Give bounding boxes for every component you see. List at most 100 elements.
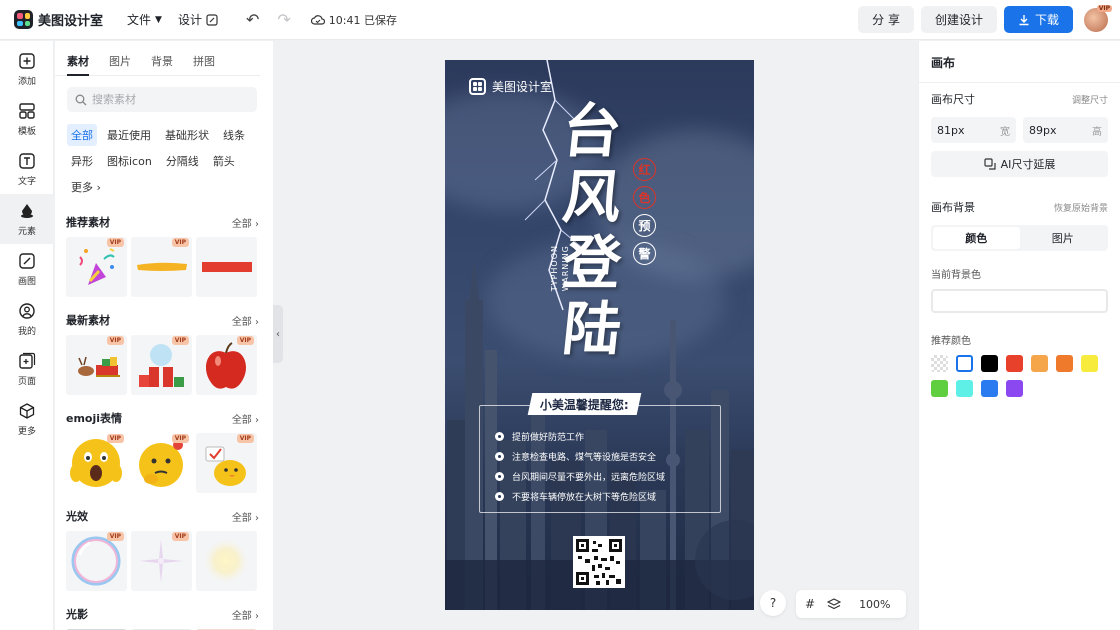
section-header: 推荐素材 全部 › — [55, 213, 273, 231]
category-chips: 全部 最近使用 基础形状 线条 异形 图标icon 分隔线 箭头 更多 › — [55, 112, 273, 198]
help-button[interactable]: ? — [760, 590, 786, 616]
red-bar-shape — [202, 262, 252, 272]
section-light-effects: 光效 全部 › VIP VIP — [55, 507, 273, 591]
bg-type-toggle: 颜色 图片 — [931, 225, 1108, 251]
panel-tabs: 素材 图片 背景 拼图 — [55, 41, 260, 76]
chip-recent[interactable]: 最近使用 — [103, 124, 155, 146]
see-all-link[interactable]: 全部 › — [232, 411, 259, 426]
recommended-colors-label: 推荐颜色 — [931, 335, 971, 347]
panel-title: 画布 — [919, 41, 1120, 83]
vip-badge: VIP — [236, 434, 254, 443]
material-red-bar[interactable] — [196, 237, 257, 297]
redo-icon[interactable]: ↷ — [277, 10, 290, 29]
material-snow-globe-gift[interactable]: VIP — [131, 335, 192, 395]
vip-badge: VIP — [106, 336, 124, 345]
color-swatch[interactable] — [1056, 355, 1073, 372]
collapse-panel-handle[interactable]: ‹ — [273, 305, 283, 363]
color-swatch[interactable] — [931, 380, 948, 397]
width-input[interactable] — [937, 123, 987, 137]
avatar-vip-badge: VIP — [1096, 4, 1112, 12]
seal-char: 警 — [633, 242, 656, 265]
material-bubble-ring[interactable]: VIP — [66, 531, 127, 591]
tab-color[interactable]: 颜色 — [933, 227, 1020, 249]
color-swatch[interactable] — [931, 355, 948, 372]
color-swatch[interactable] — [956, 355, 973, 372]
see-all-link[interactable]: 全部 › — [232, 607, 259, 622]
color-swatch[interactable] — [1081, 355, 1098, 372]
create-design-button[interactable]: 创建设计 — [920, 6, 997, 33]
app-logo[interactable]: 美图设计室 — [14, 10, 103, 29]
design-canvas[interactable]: 美图设计室 台 风 登 陆 TYPHOON WARNING 红 色 预 警 小美… — [445, 60, 754, 610]
chip-arrows[interactable]: 箭头 — [209, 150, 239, 172]
color-swatch[interactable] — [1006, 355, 1023, 372]
left-rail: 添加 模板 文字 元素 画图 我的 页面 更多 — [0, 41, 54, 630]
color-swatch[interactable] — [981, 355, 998, 372]
tab-image[interactable]: 图片 — [1020, 227, 1107, 249]
recommended-colors-row: 推荐颜色 — [919, 331, 1120, 347]
color-swatch[interactable] — [956, 380, 973, 397]
chip-dividers[interactable]: 分隔线 — [162, 150, 203, 172]
file-menu[interactable]: 文件 ▼ — [127, 11, 162, 28]
search-input[interactable] — [92, 93, 242, 106]
english-line: TYPHOON — [550, 245, 559, 292]
undo-icon[interactable]: ↶ — [246, 10, 259, 29]
tab-backgrounds[interactable]: 背景 — [151, 53, 173, 75]
tab-collage[interactable]: 拼图 — [193, 53, 215, 75]
tip-text: 台风期间尽量不要外出，远离危险区域 — [512, 472, 666, 483]
pen-icon — [19, 252, 35, 269]
grid-icon[interactable]: # — [805, 597, 815, 611]
reset-bg-link[interactable]: 恢复原始背景 — [1054, 201, 1108, 214]
resize-link[interactable]: 调整尺寸 — [1072, 93, 1108, 106]
tab-images[interactable]: 图片 — [109, 53, 131, 75]
material-soft-glow[interactable] — [196, 531, 257, 591]
material-scared-face[interactable]: VIP — [66, 433, 127, 493]
rail-item-draw[interactable]: 画图 — [0, 244, 54, 294]
current-color-swatch[interactable] — [931, 289, 1108, 313]
color-swatch[interactable] — [1031, 355, 1048, 372]
chip-more[interactable]: 更多 › — [67, 176, 105, 198]
chip-all[interactable]: 全部 — [67, 124, 97, 146]
list-item: 注意检查电路、煤气等设施是否安全 — [495, 446, 665, 466]
rail-item-more[interactable]: 更多 — [0, 394, 54, 444]
see-all-link[interactable]: 全部 › — [232, 509, 259, 524]
download-button[interactable]: 下载 — [1003, 6, 1073, 33]
bullet-icon — [495, 491, 504, 501]
rail-item-elements[interactable]: 元素 — [0, 194, 54, 244]
page-add-icon — [19, 352, 36, 369]
material-chick-sign[interactable]: VIP — [196, 433, 257, 493]
rail-label: 模板 — [17, 126, 36, 137]
section-light-shadow: 光影 全部 › — [55, 605, 273, 630]
material-party-popper[interactable]: VIP — [66, 237, 127, 297]
chip-lines[interactable]: 线条 — [219, 124, 249, 146]
see-all-link[interactable]: 全部 › — [232, 313, 259, 328]
bullet-icon — [495, 451, 504, 461]
ai-resize-button[interactable]: AI尺寸延展 — [931, 151, 1108, 177]
tab-materials[interactable]: 素材 — [67, 53, 89, 76]
zoom-level[interactable]: 100% — [859, 598, 890, 611]
chip-basic-shapes[interactable]: 基础形状 — [161, 124, 213, 146]
material-red-apple[interactable]: VIP — [196, 335, 257, 395]
share-button[interactable]: 分 享 — [858, 6, 914, 33]
current-bg-row: 当前背景色 — [919, 265, 1120, 281]
vip-badge: VIP — [106, 532, 124, 541]
rail-item-text[interactable]: 文字 — [0, 144, 54, 194]
color-swatch[interactable] — [981, 380, 998, 397]
see-all-link[interactable]: 全部 › — [232, 215, 259, 230]
material-thinking-face[interactable]: VIP — [131, 433, 192, 493]
section-title: 推荐素材 — [66, 216, 110, 229]
color-swatch[interactable] — [1006, 380, 1023, 397]
material-yellow-brush-stroke[interactable]: VIP — [131, 237, 192, 297]
rail-item-mine[interactable]: 我的 — [0, 294, 54, 344]
layers-icon[interactable] — [827, 597, 842, 611]
chip-icons[interactable]: 图标icon — [103, 150, 156, 172]
material-sparkle-cross[interactable]: VIP — [131, 531, 192, 591]
chevron-left-icon: ‹ — [276, 328, 280, 340]
rail-item-templates[interactable]: 模板 — [0, 94, 54, 144]
height-input[interactable] — [1029, 123, 1079, 137]
material-reindeer-sleigh[interactable]: VIP — [66, 335, 127, 395]
design-menu[interactable]: 设计 — [178, 11, 218, 28]
chip-irregular[interactable]: 异形 — [67, 150, 97, 172]
rail-item-pages[interactable]: 页面 — [0, 344, 54, 394]
avatar[interactable]: VIP — [1084, 4, 1112, 32]
rail-item-add[interactable]: 添加 — [0, 44, 54, 94]
